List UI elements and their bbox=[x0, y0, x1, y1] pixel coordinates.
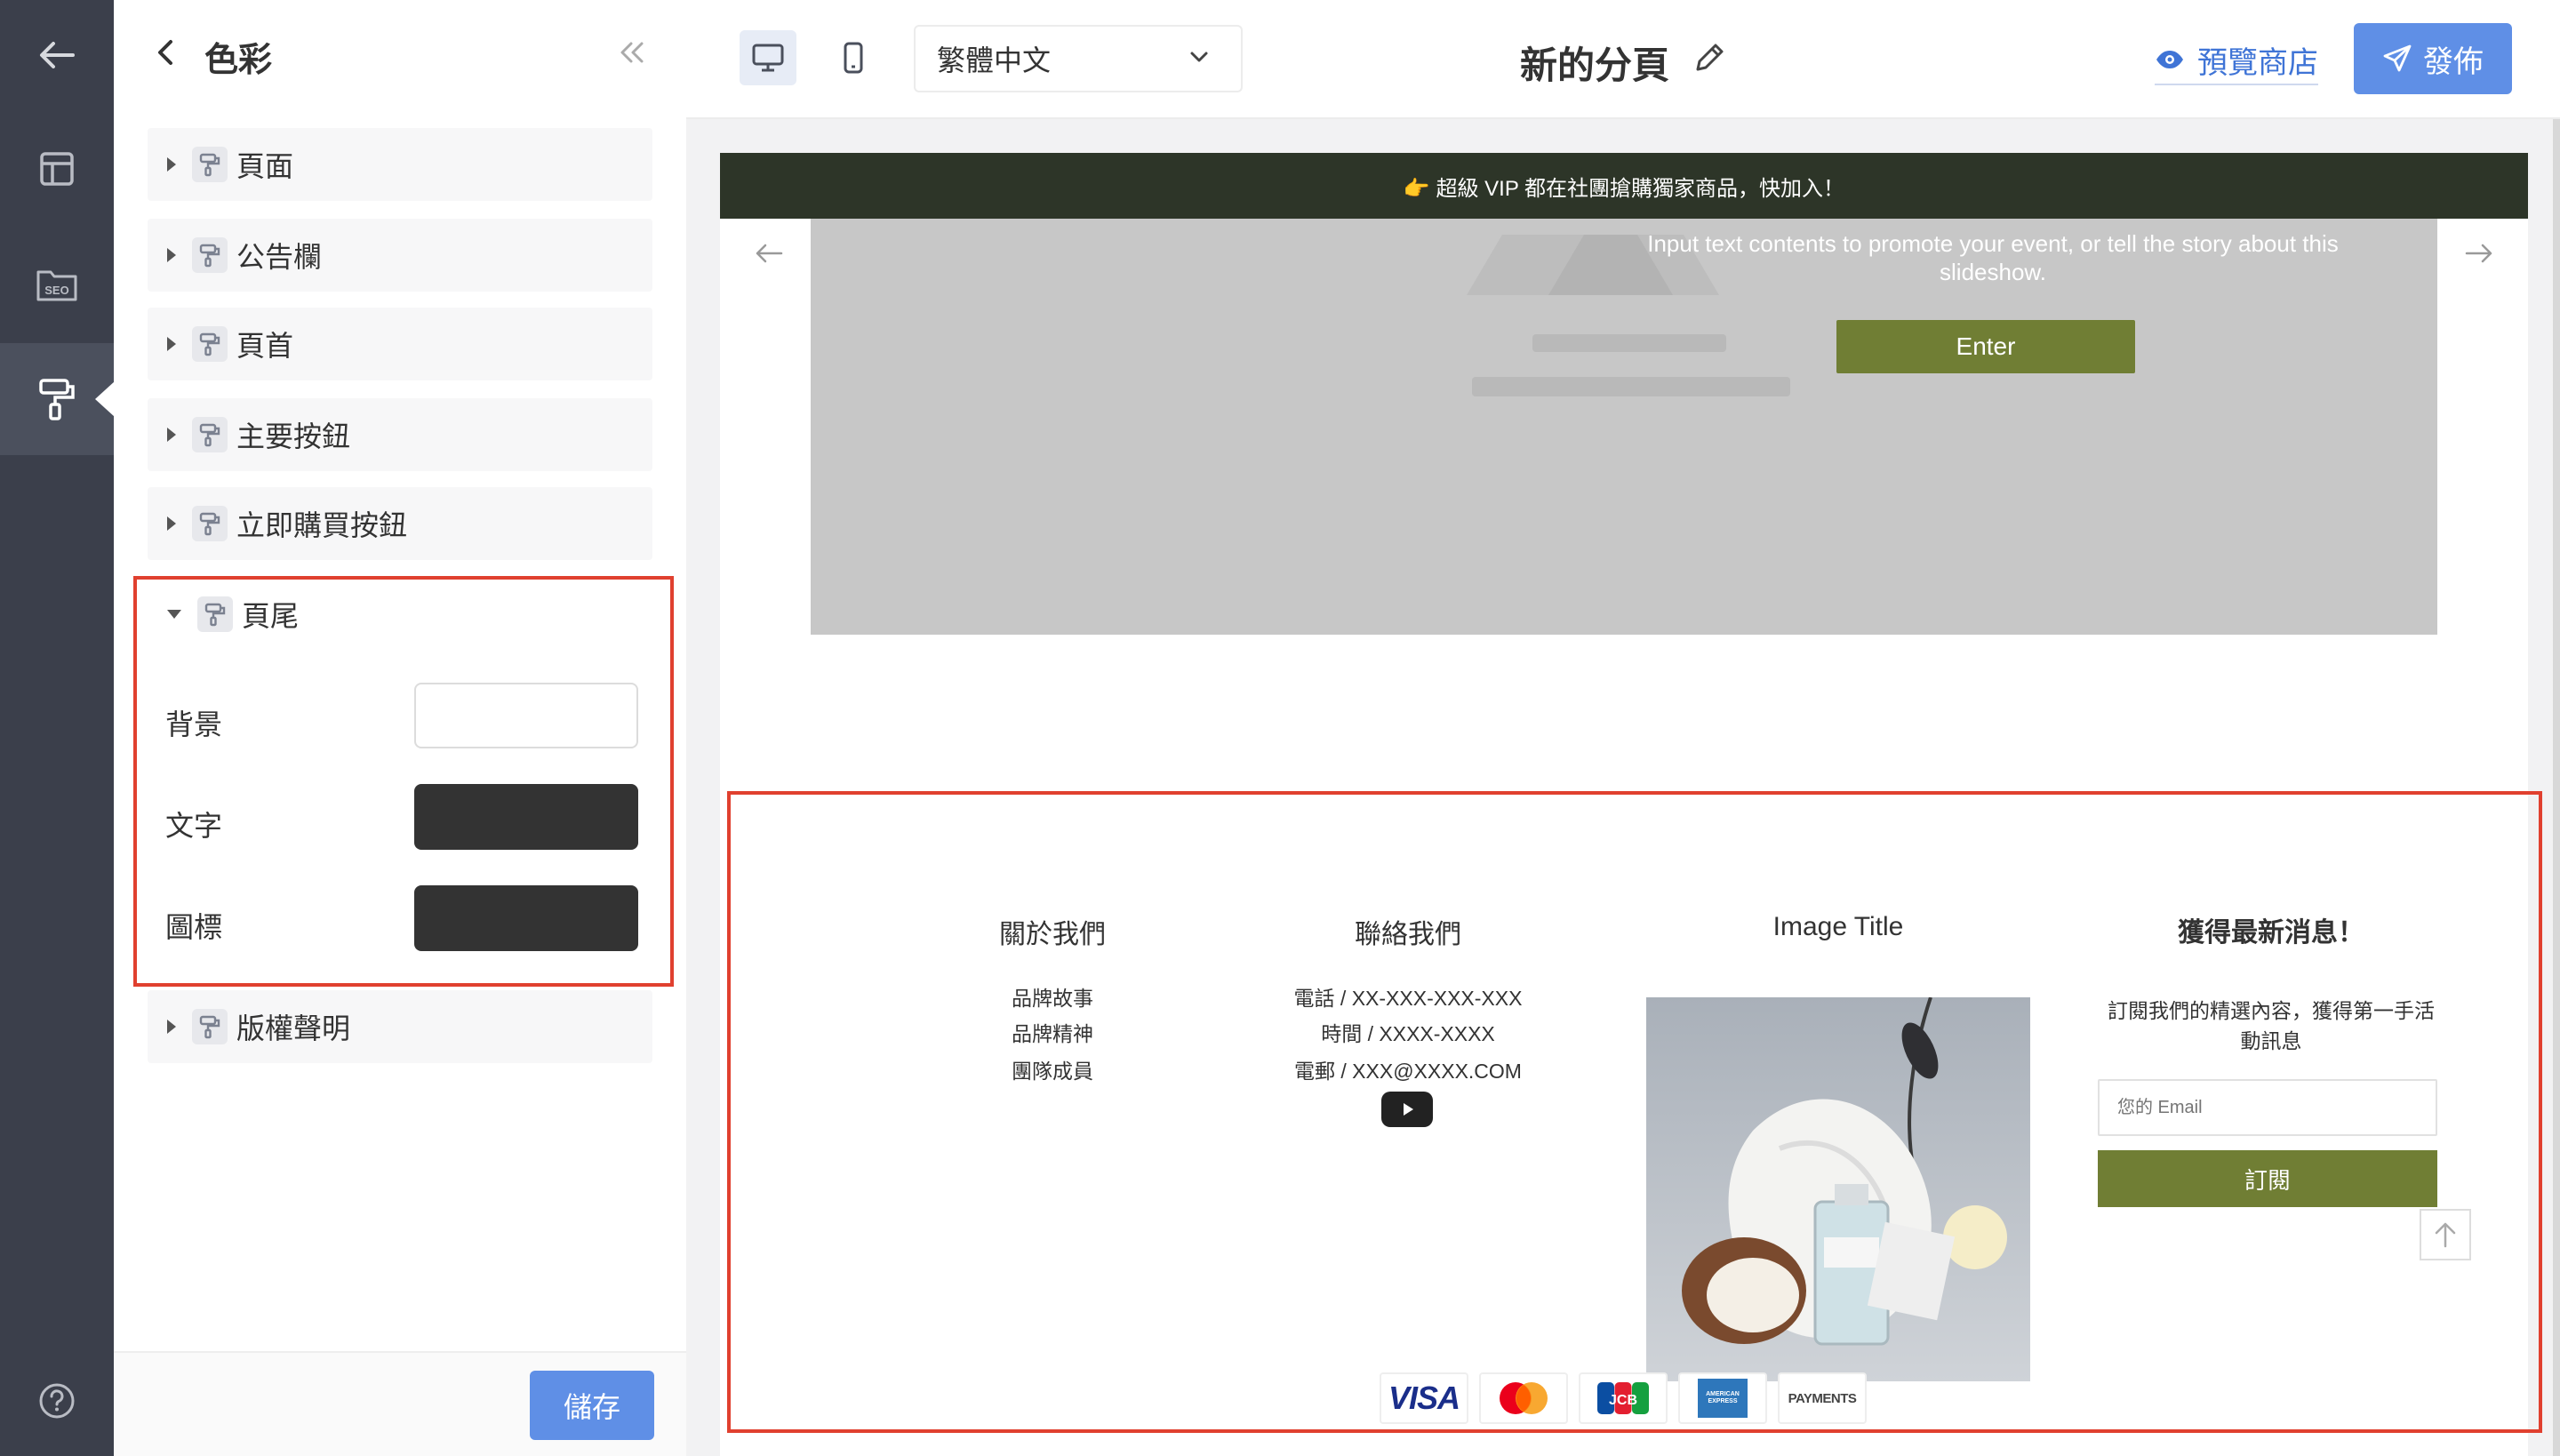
section-label: 主要按鈕 bbox=[236, 420, 351, 452]
caret-right-icon bbox=[167, 516, 176, 531]
highlight-box-site-footer bbox=[727, 791, 2542, 1433]
section-primary-button[interactable]: 主要按鈕 bbox=[148, 398, 652, 471]
language-select[interactable]: 繁體中文 bbox=[914, 25, 1243, 92]
eye-icon bbox=[2156, 51, 2183, 68]
monitor-icon bbox=[752, 44, 784, 72]
slide-next-button[interactable] bbox=[2437, 219, 2521, 288]
paint-roller-icon[interactable] bbox=[0, 343, 115, 455]
caret-right-icon bbox=[167, 248, 176, 262]
paint-roller-icon bbox=[192, 326, 228, 362]
section-label: 立即購買按鈕 bbox=[236, 509, 408, 541]
desktop-view-button[interactable] bbox=[740, 30, 796, 85]
svg-text:SEO: SEO bbox=[44, 284, 68, 297]
back-arrow-icon[interactable] bbox=[12, 11, 101, 100]
caret-right-icon bbox=[167, 1020, 176, 1034]
slideshow[interactable]: Input text contents to promote your even… bbox=[811, 219, 2437, 635]
section-page[interactable]: 頁面 bbox=[148, 128, 652, 201]
section-copyright[interactable]: 版權聲明 bbox=[148, 990, 652, 1063]
arrow-left-icon bbox=[756, 244, 783, 263]
arrow-right-icon bbox=[2465, 244, 2492, 263]
help-icon[interactable] bbox=[12, 1356, 101, 1445]
section-header[interactable]: 頁首 bbox=[148, 308, 652, 380]
panel-header: 色彩 bbox=[114, 0, 686, 107]
section-announcement[interactable]: 公告欄 bbox=[148, 219, 652, 292]
collapse-double-chevron-icon[interactable] bbox=[617, 39, 647, 70]
caret-right-icon bbox=[167, 428, 176, 442]
paint-roller-icon bbox=[192, 1009, 228, 1044]
section-label: 頁面 bbox=[236, 150, 294, 182]
preview-store-label: 預覽商店 bbox=[2197, 45, 2318, 80]
publish-button[interactable]: 發佈 bbox=[2354, 23, 2512, 94]
section-buy-now-button[interactable]: 立即購買按鈕 bbox=[148, 487, 652, 560]
canvas-scrollbar[interactable] bbox=[2553, 119, 2560, 1456]
pencil-icon[interactable] bbox=[1692, 39, 1728, 79]
caret-right-icon bbox=[167, 337, 176, 351]
seo-folder-icon[interactable]: SEO bbox=[12, 240, 101, 329]
caret-right-icon bbox=[167, 157, 176, 172]
paint-roller-icon bbox=[192, 237, 228, 273]
phone-icon bbox=[844, 42, 863, 74]
preview-store-link[interactable]: 預覽商店 bbox=[2155, 36, 2318, 85]
panel-title: 色彩 bbox=[204, 42, 273, 79]
chevron-left-icon[interactable] bbox=[155, 37, 176, 72]
section-label: 版權聲明 bbox=[236, 1012, 351, 1044]
section-label: 公告欄 bbox=[236, 241, 323, 273]
highlight-box-footer-settings bbox=[133, 576, 674, 987]
slide-enter-button[interactable]: Enter bbox=[1836, 320, 2135, 373]
paint-roller-icon bbox=[192, 147, 228, 182]
icon-rail: SEO bbox=[0, 0, 115, 1456]
paint-roller-icon bbox=[192, 506, 228, 541]
slide-caption: Input text contents to promote your even… bbox=[1647, 230, 2339, 285]
send-icon bbox=[2383, 44, 2412, 72]
section-label: 頁首 bbox=[236, 330, 294, 362]
editor-topbar: 繁體中文 新的分頁 預覽商店 發佈 bbox=[686, 0, 2560, 119]
mobile-view-button[interactable] bbox=[825, 30, 882, 85]
layout-icon[interactable] bbox=[12, 124, 101, 213]
slide-prev-button[interactable] bbox=[727, 219, 811, 288]
language-value: 繁體中文 bbox=[937, 44, 1052, 76]
chevron-down-icon bbox=[1188, 46, 1211, 72]
paint-roller-icon bbox=[192, 417, 228, 452]
announcement-bar[interactable]: 👉 超級 VIP 都在社團搶購獨家商品，快加入！ bbox=[720, 153, 2528, 219]
panel-footer: 儲存 bbox=[114, 1351, 686, 1456]
active-caret bbox=[95, 381, 115, 417]
save-button[interactable]: 儲存 bbox=[530, 1371, 654, 1440]
page-title: 新的分頁 bbox=[1520, 44, 1670, 86]
publish-label: 發佈 bbox=[2423, 44, 2484, 79]
